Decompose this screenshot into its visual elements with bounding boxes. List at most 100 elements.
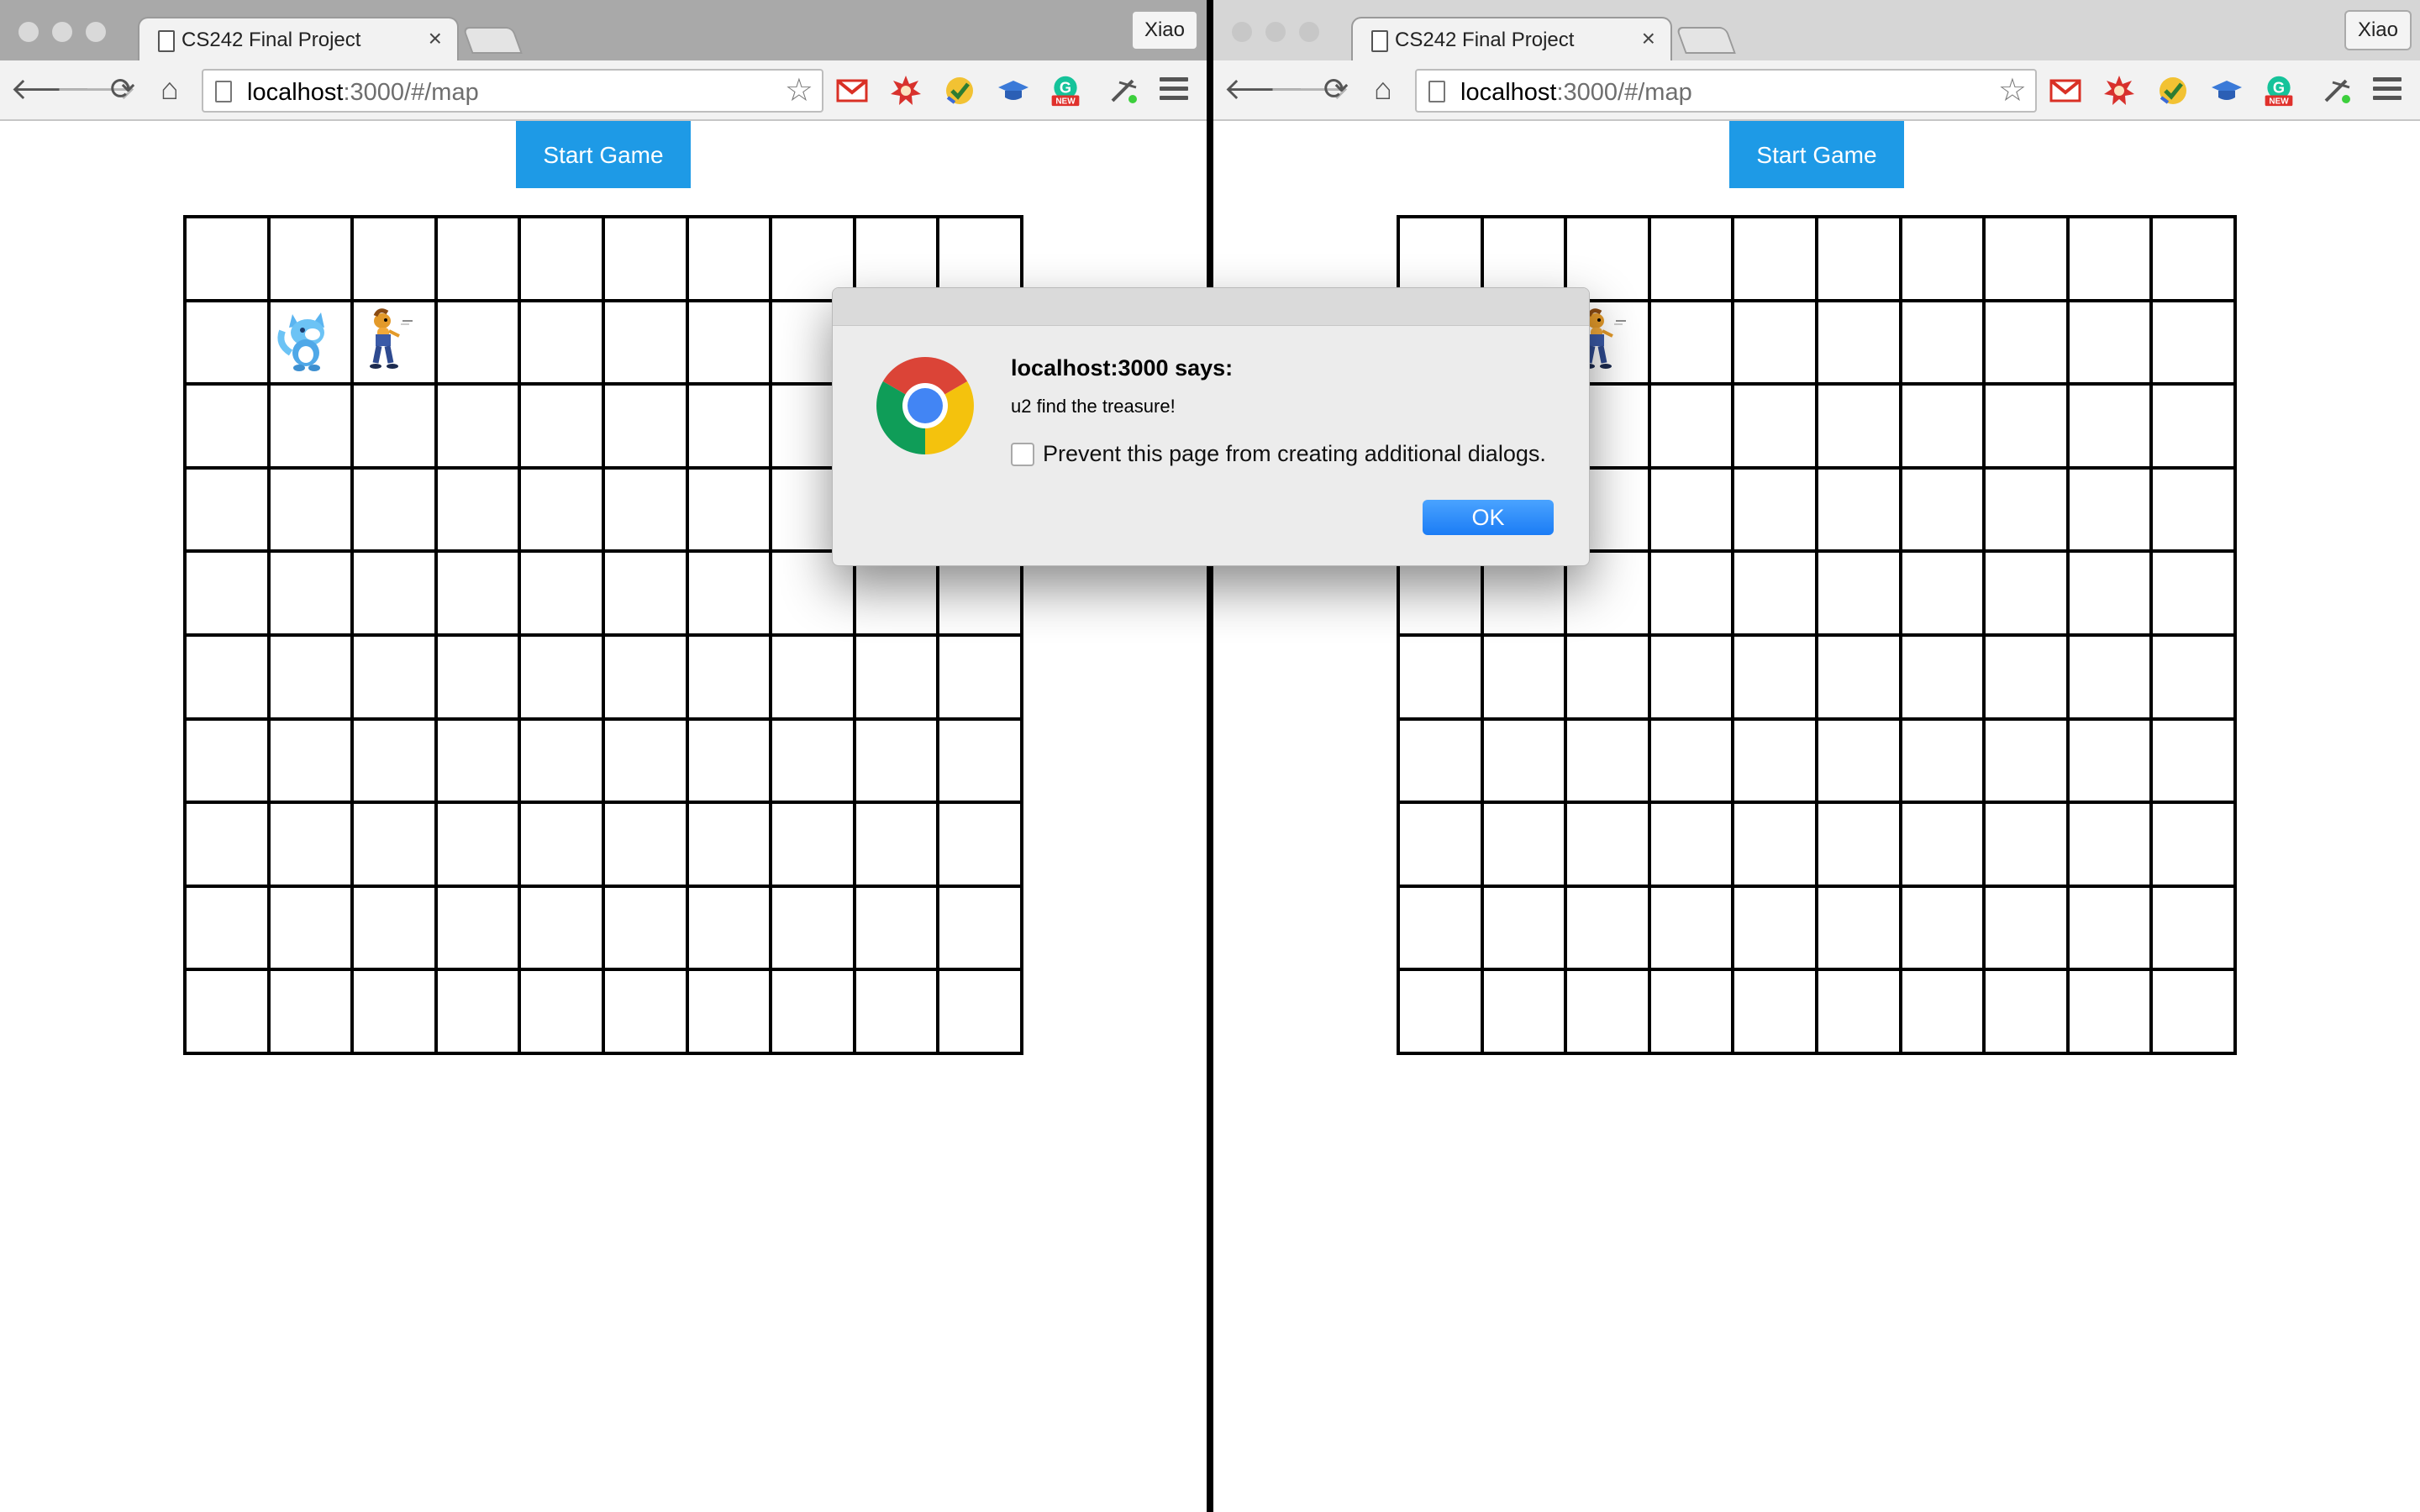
board-cell[interactable] (352, 885, 436, 970)
board-cell[interactable] (1481, 634, 1566, 719)
board-cell[interactable] (185, 885, 269, 970)
board-cell[interactable] (1733, 969, 1817, 1053)
start-game-button[interactable]: Start Game (1729, 121, 1904, 188)
board-cell[interactable] (185, 551, 269, 635)
board-cell[interactable] (185, 969, 269, 1053)
board-cell[interactable] (1816, 217, 1901, 301)
board-cell[interactable] (602, 969, 687, 1053)
board-cell[interactable] (1900, 634, 1985, 719)
board-cell[interactable] (519, 551, 603, 635)
board-cell[interactable] (1984, 300, 2068, 385)
back-arrow-icon[interactable]: 🡐 (10, 71, 92, 108)
profile-button[interactable]: Xiao (1131, 10, 1198, 50)
board-cell[interactable] (185, 217, 269, 301)
board-cell[interactable] (435, 885, 520, 970)
board-cell[interactable] (519, 634, 603, 719)
board-cell[interactable] (2067, 551, 2152, 635)
board-cell[interactable] (602, 802, 687, 886)
board-cell[interactable] (1900, 551, 1985, 635)
board-cell[interactable] (1649, 969, 1733, 1053)
board-cell[interactable] (519, 969, 603, 1053)
board-cell[interactable] (687, 718, 771, 803)
reload-icon[interactable]: ⟳ (1318, 71, 1355, 108)
ok-button[interactable]: OK (1423, 500, 1554, 535)
board-cell[interactable] (1733, 718, 1817, 803)
board-cell[interactable] (1816, 300, 1901, 385)
board-cell[interactable] (1900, 467, 1985, 552)
board-cell[interactable] (435, 300, 520, 385)
board-cell[interactable] (1398, 634, 1482, 719)
board-cell[interactable] (1816, 467, 1901, 552)
board-cell[interactable] (2067, 718, 2152, 803)
board-cell[interactable] (1900, 217, 1985, 301)
board-cell[interactable] (435, 802, 520, 886)
board-cell[interactable] (185, 467, 269, 552)
board-cell[interactable] (602, 718, 687, 803)
board-cell[interactable] (1565, 885, 1649, 970)
board-cell[interactable] (519, 802, 603, 886)
tab-cs242[interactable]: CS242 Final Project × (138, 17, 459, 60)
board-cell[interactable] (185, 802, 269, 886)
back-arrow-icon[interactable]: 🡐 (1223, 71, 1305, 108)
board-cell[interactable] (1733, 634, 1817, 719)
board-cell[interactable] (352, 718, 436, 803)
board-cell[interactable] (1481, 969, 1566, 1053)
start-game-button[interactable]: Start Game (516, 121, 691, 188)
board-cell[interactable] (185, 718, 269, 803)
board-cell[interactable] (1900, 718, 1985, 803)
board-cell[interactable] (1649, 300, 1733, 385)
board-cell[interactable] (1900, 969, 1985, 1053)
board-cell[interactable] (435, 551, 520, 635)
board-cell[interactable] (435, 384, 520, 468)
board-cell[interactable] (1733, 217, 1817, 301)
board-cell[interactable] (1733, 467, 1817, 552)
tools-extension-icon[interactable] (2321, 74, 2354, 108)
board-cell[interactable] (1984, 718, 2068, 803)
board-cell[interactable] (938, 634, 1022, 719)
checkmark-extension-icon[interactable] (2156, 74, 2190, 108)
board-cell[interactable] (771, 718, 855, 803)
board-cell[interactable] (687, 384, 771, 468)
board-cell[interactable] (1816, 384, 1901, 468)
board-cell[interactable] (1733, 802, 1817, 886)
board-cell[interactable] (435, 718, 520, 803)
board-cell[interactable] (352, 969, 436, 1053)
board-cell[interactable] (1649, 802, 1733, 886)
address-bar[interactable]: localhost:3000/#/map ☆ (1415, 69, 2037, 113)
board-cell[interactable] (771, 885, 855, 970)
board-cell[interactable] (2067, 802, 2152, 886)
board-cell[interactable] (1649, 718, 1733, 803)
board-cell[interactable] (1984, 969, 2068, 1053)
graduation-cap-icon[interactable] (997, 74, 1030, 108)
board-cell[interactable] (2151, 634, 2235, 719)
zoom-window-button[interactable] (1299, 22, 1319, 42)
board-cell[interactable] (687, 969, 771, 1053)
board-cell[interactable] (938, 885, 1022, 970)
board-cell[interactable] (938, 718, 1022, 803)
board-cell[interactable] (602, 467, 687, 552)
menu-icon[interactable] (2373, 77, 2402, 104)
board-cell[interactable] (1481, 718, 1566, 803)
zoom-window-button[interactable] (86, 22, 106, 42)
home-icon[interactable]: ⌂ (1365, 71, 1402, 108)
board-cell[interactable] (1649, 885, 1733, 970)
board-cell[interactable] (352, 467, 436, 552)
board-cell[interactable] (1649, 384, 1733, 468)
board-cell[interactable] (1398, 718, 1482, 803)
board-cell[interactable] (687, 802, 771, 886)
board-cell[interactable] (1900, 802, 1985, 886)
board-cell[interactable] (2067, 217, 2152, 301)
board-cell[interactable] (352, 217, 436, 301)
board-cell[interactable] (2151, 718, 2235, 803)
board-cell[interactable] (1565, 718, 1649, 803)
board-cell[interactable] (771, 634, 855, 719)
checkmark-extension-icon[interactable] (943, 74, 976, 108)
board-cell[interactable] (1816, 802, 1901, 886)
board-cell[interactable] (1816, 718, 1901, 803)
board-cell[interactable] (602, 217, 687, 301)
board-cell[interactable] (1398, 885, 1482, 970)
board-cell[interactable] (938, 969, 1022, 1053)
minimize-window-button[interactable] (1265, 22, 1286, 42)
board-cell[interactable] (1398, 969, 1482, 1053)
tab-cs242[interactable]: CS242 Final Project × (1351, 17, 1672, 60)
